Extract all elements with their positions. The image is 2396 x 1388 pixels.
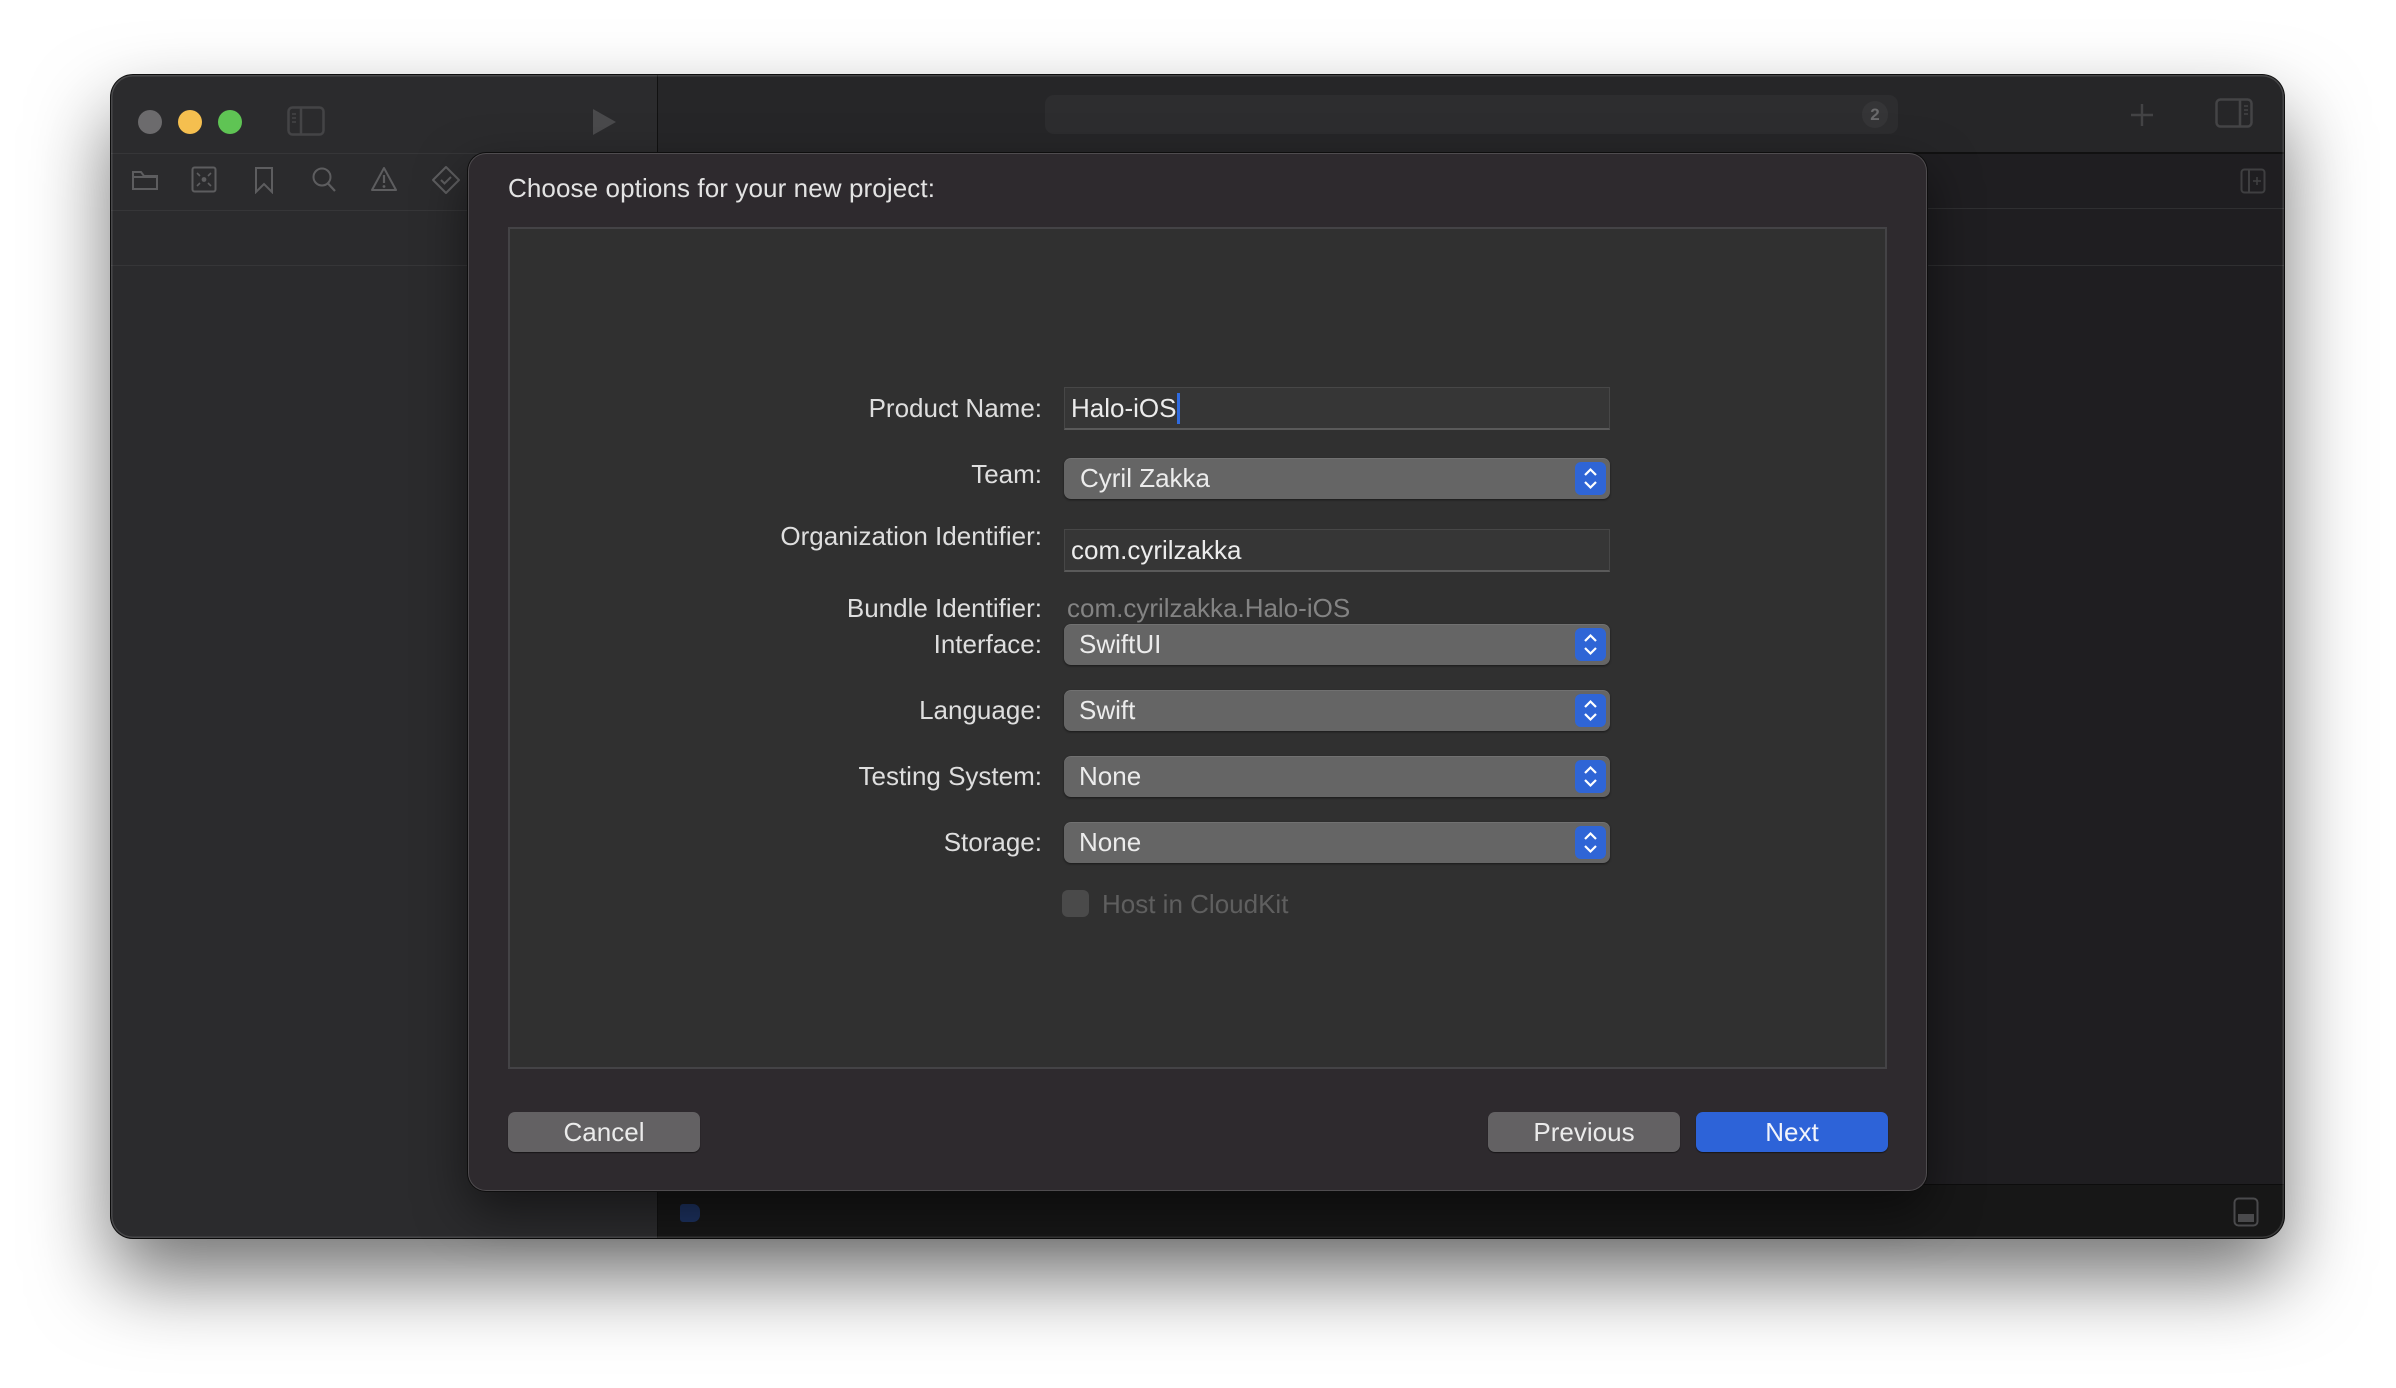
bundle-identifier-label: Bundle Identifier: xyxy=(846,593,1042,623)
previous-button[interactable]: Previous xyxy=(1488,1112,1680,1152)
source-control-icon[interactable] xyxy=(191,166,217,193)
team-popup[interactable]: Cyril Zakka xyxy=(1064,458,1610,499)
zoom-window-button[interactable] xyxy=(218,110,242,134)
add-icon[interactable] xyxy=(2130,103,2154,127)
product-name-value: Halo-iOS xyxy=(1071,393,1177,423)
bookmark-icon[interactable] xyxy=(254,166,274,194)
inspector-toggle-icon[interactable] xyxy=(2215,98,2253,128)
interface-label: Interface: xyxy=(933,629,1042,659)
organization-identifier-label: Organization Identifier: xyxy=(780,521,1042,551)
text-caret xyxy=(1177,392,1181,424)
search-icon[interactable] xyxy=(311,166,337,193)
chevron-updown-icon xyxy=(1575,462,1606,495)
organization-identifier-input[interactable]: com.cyrilzakka xyxy=(1064,529,1610,572)
host-in-cloudkit-checkbox[interactable] xyxy=(1062,890,1089,917)
interface-value: SwiftUI xyxy=(1079,629,1162,659)
language-value: Swift xyxy=(1079,695,1136,725)
testing-system-popup[interactable]: None xyxy=(1064,756,1610,797)
run-icon[interactable] xyxy=(591,108,617,136)
chevron-updown-icon xyxy=(1575,826,1606,859)
next-button[interactable]: Next xyxy=(1696,1112,1888,1152)
window-toolbar-left xyxy=(111,75,657,153)
chevron-updown-icon xyxy=(1575,694,1606,727)
testing-system-label: Testing System: xyxy=(858,761,1042,791)
close-window-button[interactable] xyxy=(138,110,162,134)
debug-area-toggle-icon[interactable] xyxy=(2233,1197,2259,1227)
language-label: Language: xyxy=(919,695,1042,725)
bundle-identifier-value: com.cyrilzakka.Halo-iOS xyxy=(1067,593,1351,623)
cancel-button[interactable]: Cancel xyxy=(508,1112,700,1152)
folder-icon[interactable] xyxy=(131,168,159,192)
activity-viewer[interactable]: 2 xyxy=(1045,95,1898,134)
test-icon[interactable] xyxy=(431,165,461,195)
product-name-input[interactable]: Halo-iOS xyxy=(1064,387,1610,430)
language-popup[interactable]: Swift xyxy=(1064,690,1610,731)
team-label: Team: xyxy=(971,459,1042,489)
sidebar-toggle-icon[interactable] xyxy=(287,106,325,136)
interface-popup[interactable]: SwiftUI xyxy=(1064,624,1610,665)
options-panel: Product Name: Halo-iOS Team: Cyril Zakka… xyxy=(508,227,1887,1069)
testing-system-value: None xyxy=(1079,761,1142,791)
dialog-title: Choose options for your new project: xyxy=(508,173,936,203)
warning-icon[interactable] xyxy=(371,166,397,192)
organization-identifier-value: com.cyrilzakka xyxy=(1071,535,1242,565)
chevron-updown-icon xyxy=(1575,628,1606,661)
debug-bar xyxy=(658,1184,2284,1238)
add-editor-icon[interactable] xyxy=(2240,168,2266,194)
breakpoints-toggle-icon[interactable] xyxy=(680,1204,700,1222)
activity-badge[interactable]: 2 xyxy=(1862,101,1888,128)
team-value: Cyril Zakka xyxy=(1080,463,1211,493)
storage-label: Storage: xyxy=(943,827,1042,857)
chevron-updown-icon xyxy=(1575,760,1606,793)
window-toolbar: 2 xyxy=(658,75,2284,154)
host-in-cloudkit-label: Host in CloudKit xyxy=(1102,889,1289,919)
minimize-window-button[interactable] xyxy=(178,110,202,134)
project-options-dialog: Choose options for your new project: Pro… xyxy=(468,153,1927,1191)
product-name-label: Product Name: xyxy=(868,393,1042,423)
storage-value: None xyxy=(1079,827,1142,857)
storage-popup[interactable]: None xyxy=(1064,822,1610,863)
